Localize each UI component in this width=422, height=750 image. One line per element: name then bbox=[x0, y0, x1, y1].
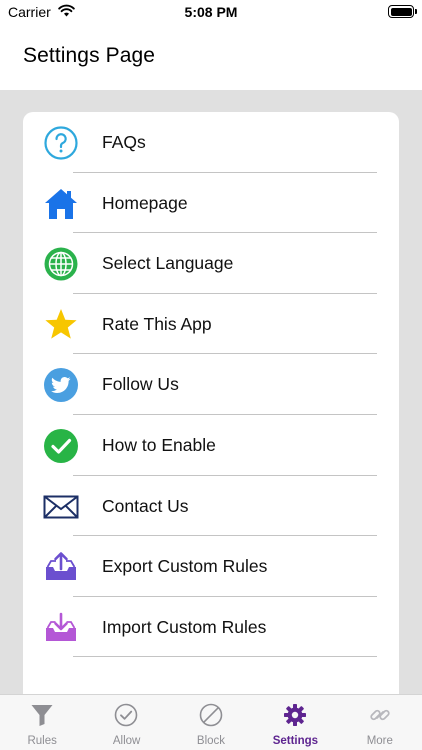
page-title: Settings Page bbox=[23, 44, 156, 67]
tab-allow[interactable]: Allow bbox=[84, 695, 168, 750]
tab-label: More bbox=[366, 735, 393, 747]
settings-list: FAQs Homepage Select Language Rate This … bbox=[23, 112, 399, 694]
settings-item-homepage[interactable]: Homepage bbox=[23, 173, 399, 234]
question-circle-icon bbox=[44, 126, 78, 160]
tab-block[interactable]: Block bbox=[169, 695, 253, 750]
tab-settings[interactable]: Settings bbox=[253, 695, 337, 750]
tab-rules[interactable]: Rules bbox=[0, 695, 84, 750]
settings-item-rate-this-app[interactable]: Rate This App bbox=[23, 294, 399, 355]
tab-bar: Rules Allow Block Settings More bbox=[0, 694, 422, 750]
link-icon bbox=[369, 709, 390, 721]
gear-icon bbox=[284, 704, 307, 726]
settings-item-select-language[interactable]: Select Language bbox=[23, 233, 399, 294]
checkmark-circle-outline-icon bbox=[115, 703, 138, 727]
envelope-icon bbox=[43, 495, 79, 519]
settings-item-label: Contact Us bbox=[102, 495, 189, 516]
star-icon bbox=[45, 308, 77, 339]
tab-label: Allow bbox=[112, 735, 141, 747]
tab-label: Settings bbox=[272, 735, 319, 747]
settings-item-how-to-enable[interactable]: How to Enable bbox=[23, 415, 399, 476]
settings-item-label: FAQs bbox=[102, 132, 146, 152]
tab-label: Block bbox=[196, 735, 226, 747]
settings-item-follow-us[interactable]: Follow Us bbox=[23, 354, 399, 415]
tab-label: Rules bbox=[27, 735, 57, 747]
home-icon bbox=[45, 188, 77, 219]
import-tray-icon bbox=[46, 612, 76, 641]
checkmark-circle-icon bbox=[44, 429, 78, 463]
settings-item-label: Select Language bbox=[102, 253, 234, 274]
globe-icon bbox=[44, 247, 78, 281]
settings-item-contact-us[interactable]: Contact Us bbox=[23, 476, 399, 537]
block-icon bbox=[199, 703, 223, 727]
settings-item-label: Rate This App bbox=[102, 313, 212, 334]
status-bar: Carrier 5:08 PM bbox=[0, 0, 422, 26]
export-tray-icon bbox=[46, 552, 76, 581]
settings-item-label: Follow Us bbox=[102, 374, 179, 395]
settings-item-import-custom-rules[interactable]: Import Custom Rules bbox=[23, 597, 399, 658]
settings-item-label: Export Custom Rules bbox=[102, 556, 268, 577]
settings-item-export-custom-rules[interactable]: Export Custom Rules bbox=[23, 536, 399, 597]
settings-item-label: Homepage bbox=[102, 192, 188, 213]
status-time: 5:08 PM bbox=[184, 4, 238, 20]
divider bbox=[73, 656, 377, 658]
tab-more[interactable]: More bbox=[338, 695, 422, 750]
twitter-icon bbox=[44, 368, 78, 403]
settings-item-label: Import Custom Rules bbox=[102, 616, 267, 637]
funnel-icon bbox=[31, 705, 53, 726]
settings-item-faqs[interactable]: FAQs bbox=[23, 112, 399, 173]
settings-item-label: How to Enable bbox=[102, 435, 216, 455]
battery-icon bbox=[388, 5, 417, 18]
